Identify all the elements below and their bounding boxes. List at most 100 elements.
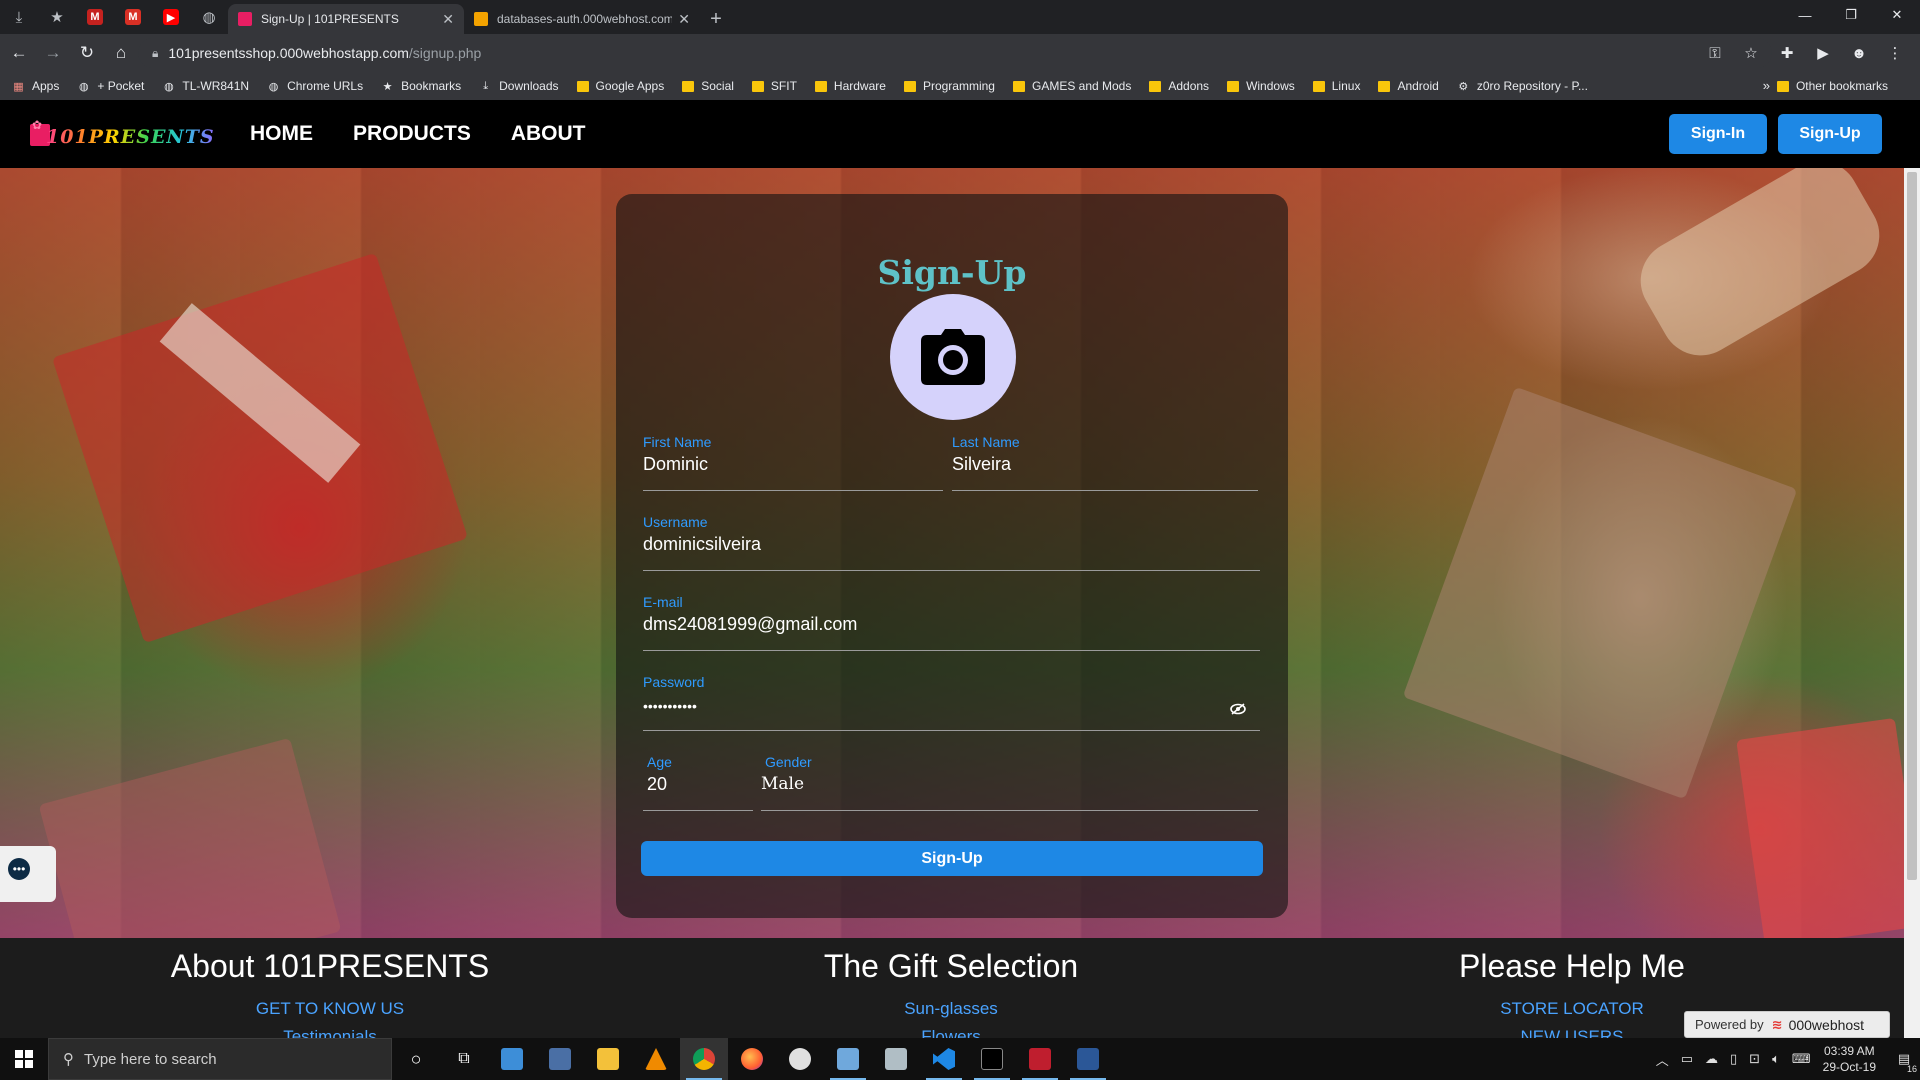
last-name-field[interactable]: Last Name Silveira — [952, 434, 1258, 491]
bookmark-folder-linux[interactable]: Linux — [1312, 79, 1361, 93]
network-icon[interactable]: ⊡ — [1749, 1051, 1760, 1067]
bookmark-folder-google-apps[interactable]: Google Apps — [576, 79, 664, 93]
pinned-tab-youtube[interactable]: ▶ — [152, 0, 190, 34]
pinned-tab-downloads[interactable]: ⤓ — [0, 0, 38, 34]
bookmark-label: Linux — [1331, 79, 1361, 93]
profile-avatar-icon[interactable]: ☻ — [1844, 38, 1874, 68]
task-view-button[interactable]: ⧉ — [440, 1038, 488, 1080]
pinned-tab-gmail-1[interactable]: M — [76, 0, 114, 34]
avatar-upload[interactable] — [890, 294, 1016, 420]
age-value: 20 — [647, 774, 668, 794]
taskbar-app-chrome[interactable] — [680, 1038, 728, 1080]
windows-logo-icon — [15, 1050, 33, 1068]
bookmark-pocket[interactable]: ◍ + Pocket — [77, 79, 144, 93]
close-window-icon[interactable]: ✕ — [1874, 0, 1920, 30]
powered-by-badge[interactable]: Powered by ≋ 000webhost — [1684, 1011, 1890, 1038]
taskbar-app-store[interactable] — [536, 1038, 584, 1080]
taskbar-search[interactable]: ⚲ Type here to search — [48, 1038, 392, 1080]
bookmark-folder-addons[interactable]: Addons — [1149, 79, 1209, 93]
restore-icon[interactable]: ❐ — [1828, 0, 1874, 30]
cloud-icon[interactable]: ☁ — [1705, 1051, 1718, 1067]
signup-submit-button[interactable]: Sign-Up — [641, 841, 1263, 876]
first-name-field[interactable]: First Name Dominic — [643, 434, 943, 491]
taskbar-app-terminal[interactable] — [968, 1038, 1016, 1080]
eye-slash-icon[interactable] — [1230, 702, 1246, 720]
cortana-button[interactable]: ○ — [392, 1038, 440, 1080]
menu-kebab-icon[interactable]: ⋮ — [1880, 38, 1910, 68]
first-name-label: First Name — [643, 434, 712, 450]
nav-products[interactable]: PRODUCTS — [353, 122, 471, 146]
chat-widget-button[interactable]: ••• — [0, 846, 56, 902]
forward-icon[interactable]: → — [38, 38, 68, 68]
extensions-icon[interactable]: ✚ — [1772, 38, 1802, 68]
footer-link[interactable]: Flowers — [641, 1027, 1261, 1038]
lock-icon: 🔒︎ — [152, 45, 159, 60]
footer-link[interactable]: GET TO KNOW US — [20, 999, 640, 1019]
signin-button[interactable]: Sign-In — [1669, 114, 1767, 154]
bookmark-chrome-urls[interactable]: ◍ Chrome URLs — [267, 79, 363, 93]
bookmark-folder-social[interactable]: Social — [682, 79, 734, 93]
taskbar-app-remote[interactable] — [488, 1038, 536, 1080]
scrollbar-thumb[interactable] — [1907, 172, 1917, 880]
media-play-icon[interactable]: ▶ — [1808, 38, 1838, 68]
signup-nav-button[interactable]: Sign-Up — [1778, 114, 1882, 154]
age-field[interactable]: Age 20 — [643, 754, 753, 811]
key-icon[interactable]: ⚿ — [1700, 38, 1730, 68]
chevron-up-icon[interactable]: ︿ — [1656, 1050, 1669, 1069]
bookmark-folder-hardware[interactable]: Hardware — [814, 79, 886, 93]
address-bar[interactable]: 🔒︎ 101presentsshop.000webhostapp.com/sig… — [138, 38, 1772, 68]
footer-link[interactable]: Testimonials — [20, 1027, 640, 1038]
pinned-tab-bookmarks[interactable]: ★ — [38, 0, 76, 34]
minimize-icon[interactable]: — — [1782, 0, 1828, 30]
tab-databases[interactable]: databases-auth.000webhost.com ✕ — [464, 4, 700, 34]
action-center-button[interactable]: ▤ 16 — [1888, 1038, 1920, 1080]
start-button[interactable] — [0, 1038, 48, 1080]
taskbar-app-firefox[interactable] — [728, 1038, 776, 1080]
footer-link[interactable]: Sun-glasses — [641, 999, 1261, 1019]
bookmark-other[interactable]: Other bookmarks — [1776, 79, 1888, 93]
taskbar-app-explorer[interactable] — [584, 1038, 632, 1080]
monitor-icon[interactable]: ▭ — [1681, 1051, 1693, 1067]
keyboard-icon[interactable]: ⌨ — [1792, 1051, 1811, 1067]
system-clock[interactable]: 03:39 AM 29-Oct-19 — [1823, 1043, 1876, 1075]
pinned-tab-globe[interactable]: ◍ — [190, 0, 228, 34]
taskbar-app-mail[interactable] — [872, 1038, 920, 1080]
footer-heading: Please Help Me — [1459, 948, 1685, 984]
more-bookmarks-chevron[interactable]: » — [1763, 78, 1770, 93]
new-tab-button[interactable]: + — [700, 4, 732, 34]
pinned-tab-gmail-2[interactable]: M — [114, 0, 152, 34]
close-tab-icon[interactable]: ✕ — [442, 11, 454, 28]
reload-icon[interactable]: ↻ — [72, 38, 102, 68]
close-tab-icon[interactable]: ✕ — [678, 11, 690, 28]
bookmark-bookmarks[interactable]: ★ Bookmarks — [381, 79, 461, 93]
taskbar-app-vlc[interactable] — [632, 1038, 680, 1080]
username-field[interactable]: Username dominicsilveira — [643, 514, 1260, 571]
bookmark-folder-games[interactable]: GAMES and Mods — [1012, 79, 1131, 93]
bookmark-z0ro[interactable]: ⚙ z0ro Repository - P... — [1457, 79, 1588, 93]
bookmark-downloads[interactable]: ⤓ Downloads — [479, 79, 558, 93]
nav-about[interactable]: ABOUT — [511, 122, 586, 146]
site-logo[interactable]: ✿ 101PRESENTS — [30, 118, 214, 152]
taskbar-app-filezilla[interactable] — [1016, 1038, 1064, 1080]
email-field[interactable]: E-mail dms24081999@gmail.com — [643, 594, 1260, 651]
bookmark-folder-windows[interactable]: Windows — [1227, 79, 1295, 93]
nav-home[interactable]: HOME — [250, 122, 313, 146]
gender-select[interactable]: Gender Male — [761, 754, 1258, 811]
password-field[interactable]: Password ••••••••••• — [643, 674, 1260, 731]
chat-bubble-icon: ••• — [8, 858, 30, 880]
taskbar-app-word[interactable] — [1064, 1038, 1112, 1080]
bookmark-folder-programming[interactable]: Programming — [903, 79, 995, 93]
back-icon[interactable]: ← — [4, 38, 34, 68]
home-icon[interactable]: ⌂ — [106, 38, 136, 68]
bookmark-folder-sfit[interactable]: SFIT — [751, 79, 797, 93]
bookmark-apps[interactable]: ▦ Apps — [12, 79, 59, 93]
battery-icon[interactable]: ▯ — [1730, 1051, 1737, 1067]
taskbar-app-vscode[interactable] — [920, 1038, 968, 1080]
bookmark-star-icon[interactable]: ☆ — [1736, 38, 1766, 68]
bookmark-tl-wr841n[interactable]: ◍ TL-WR841N — [162, 79, 249, 93]
tab-signup[interactable]: Sign-Up | 101PRESENTS ✕ — [228, 4, 464, 34]
taskbar-app-calculator[interactable] — [824, 1038, 872, 1080]
taskbar-app-steam[interactable] — [776, 1038, 824, 1080]
volume-icon[interactable]: 🔈︎ — [1772, 1051, 1780, 1067]
bookmark-folder-android[interactable]: Android — [1378, 79, 1439, 93]
